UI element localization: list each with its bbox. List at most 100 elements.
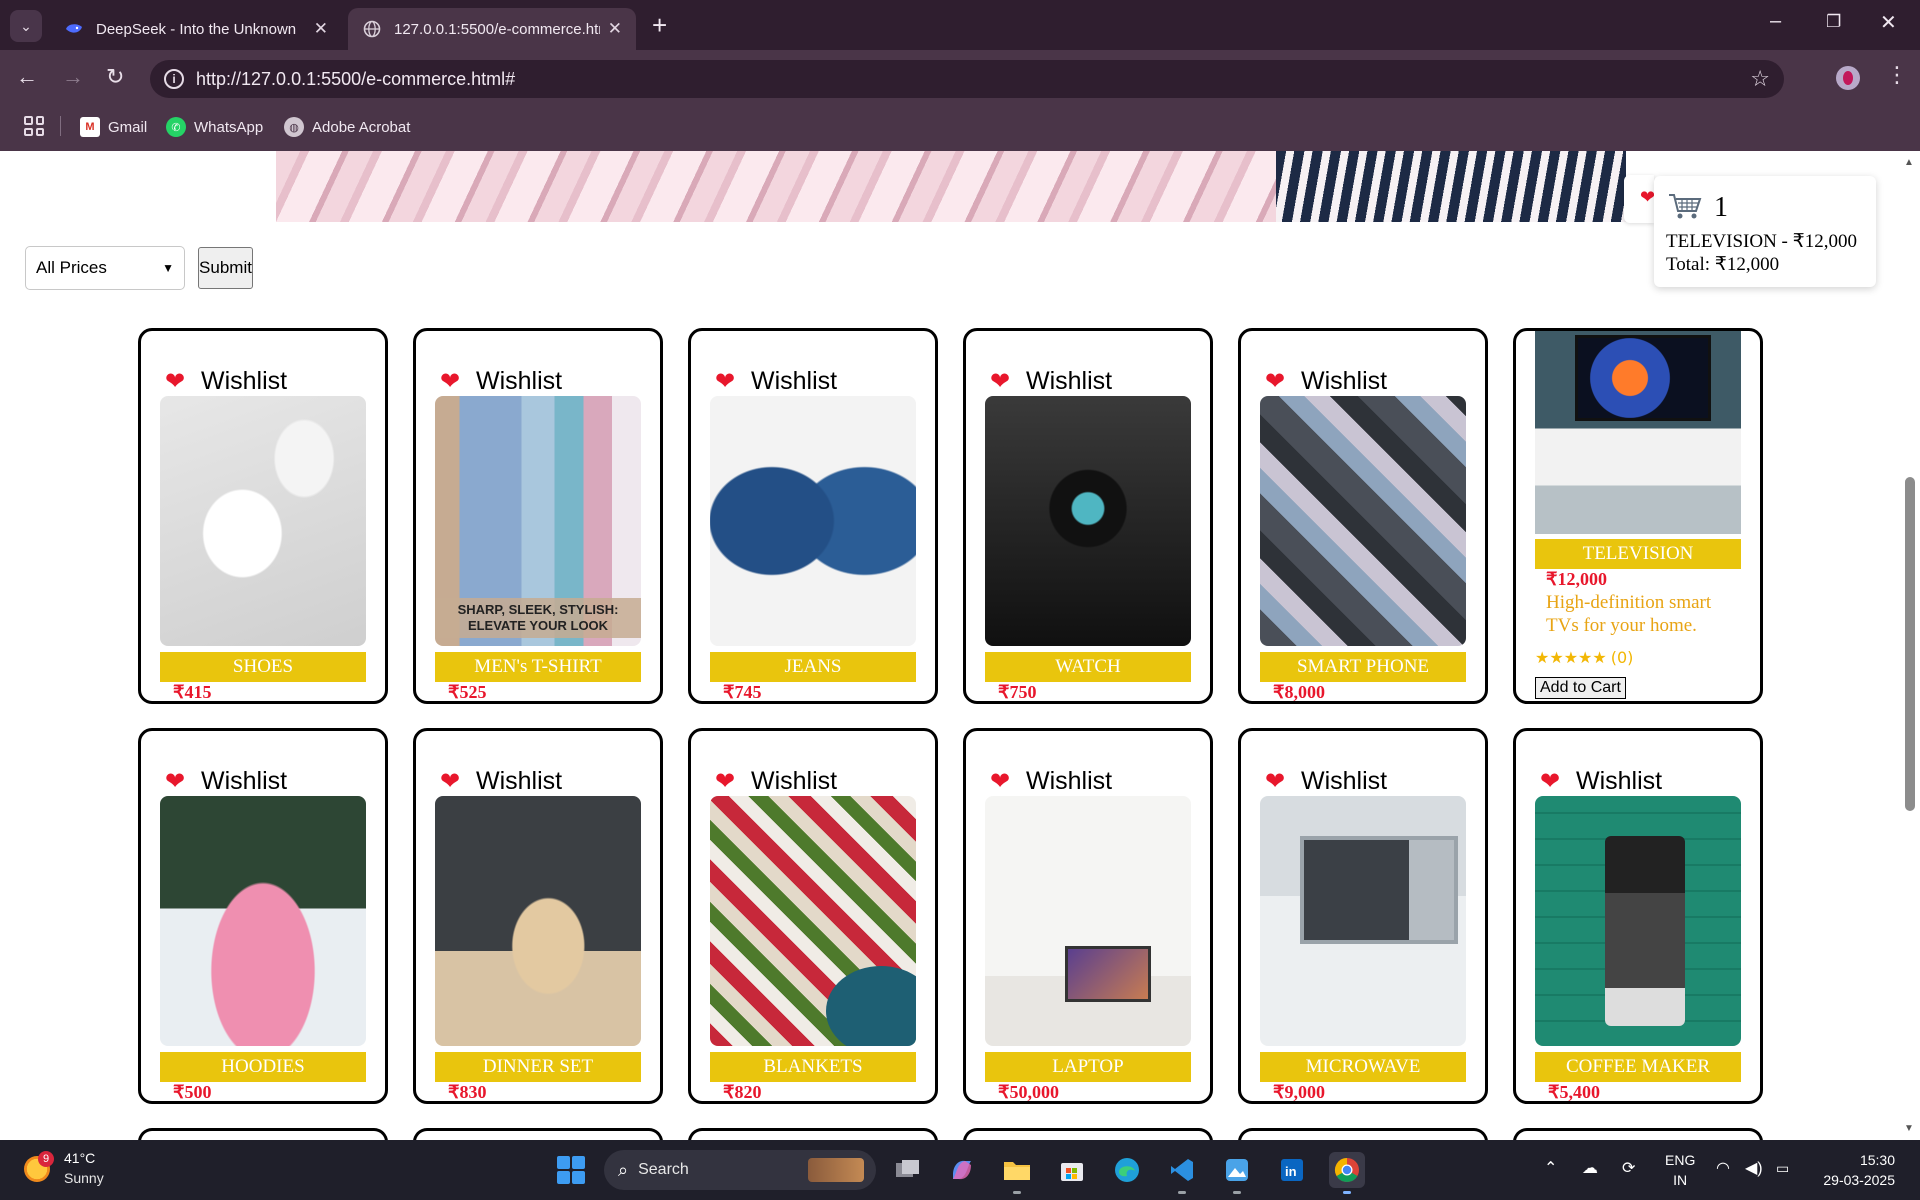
product-image[interactable] [160, 396, 366, 646]
linkedin-icon[interactable]: in [1274, 1152, 1310, 1188]
product-card-dinner-set[interactable]: ❤ Wishlist DINNER SET ₹830 [413, 728, 663, 1104]
product-card-microwave[interactable]: ❤ Wishlist MICROWAVE ₹9,000 [1238, 728, 1488, 1104]
taskbar-search[interactable]: ⌕ Search [604, 1150, 876, 1190]
bookmark-adobe-acrobat[interactable]: ◍ Adobe Acrobat [284, 115, 410, 139]
copilot-icon[interactable] [944, 1152, 980, 1188]
tab-deepseek[interactable]: DeepSeek - Into the Unknown ✕ [50, 8, 342, 50]
apps-grid-icon[interactable] [24, 116, 44, 136]
product-card-partial[interactable] [963, 1128, 1213, 1140]
file-explorer-icon[interactable] [999, 1152, 1035, 1194]
wishlist-toggle[interactable]: ❤ Wishlist [1540, 767, 1662, 796]
product-image[interactable] [1260, 396, 1466, 646]
scrollbar-thumb[interactable] [1905, 477, 1915, 811]
wishlist-toggle[interactable]: ❤ Wishlist [1265, 767, 1387, 796]
show-hidden-icons-chevron-icon[interactable]: ⌃ [1544, 1158, 1557, 1178]
product-image[interactable]: SHARP, SLEEK, STYLISH: ELEVATE YOUR LOOK [435, 396, 641, 646]
product-card-laptop[interactable]: ❤ Wishlist LAPTOP ₹50,000 [963, 728, 1213, 1104]
photos-icon[interactable] [1219, 1152, 1255, 1194]
product-card-jeans[interactable]: ❤ Wishlist JEANS ₹745 [688, 328, 938, 704]
close-window-icon[interactable]: ✕ [1880, 10, 1897, 35]
wishlist-toggle[interactable]: ❤ Wishlist [440, 367, 562, 396]
price-filter-select[interactable]: All Prices ▼ [25, 246, 185, 290]
wishlist-toggle[interactable]: ❤ Wishlist [165, 367, 287, 396]
cloud-sync-icon[interactable]: ☁ [1582, 1158, 1598, 1178]
product-card-hoodies[interactable]: ❤ Wishlist HOODIES ₹500 [138, 728, 388, 1104]
product-image[interactable] [710, 796, 916, 1046]
close-tab-icon[interactable]: ✕ [608, 19, 622, 39]
product-card-partial[interactable] [1238, 1128, 1488, 1140]
product-card-smart-phone[interactable]: ❤ Wishlist SMART PHONE ₹8,000 [1238, 328, 1488, 704]
wishlist-toggle[interactable]: ❤ Wishlist [990, 367, 1112, 396]
vscode-icon[interactable] [1164, 1152, 1200, 1194]
page-scrollbar[interactable]: ▲ ▼ [1900, 151, 1920, 1140]
windows-start-icon[interactable] [557, 1156, 585, 1184]
product-image[interactable] [985, 396, 1191, 646]
site-info-icon[interactable]: i [164, 69, 184, 89]
product-name: DINNER SET [435, 1052, 641, 1082]
wifi-icon[interactable]: ◠ [1716, 1158, 1730, 1178]
close-tab-icon[interactable]: ✕ [314, 19, 328, 39]
tab-search-button[interactable]: ⌄ [10, 10, 42, 42]
product-card-television[interactable]: TELEVISION ₹12,000 High-definition smart… [1513, 328, 1763, 704]
add-to-cart-button[interactable]: Add to Cart [1535, 677, 1626, 699]
wishlist-toggle[interactable]: ❤ Wishlist [715, 367, 837, 396]
volume-icon[interactable]: ◀) [1745, 1158, 1763, 1178]
more-menu-icon[interactable]: ⋮ [1886, 62, 1908, 88]
star-rating[interactable]: ★★★★★ (0) [1535, 648, 1633, 667]
product-card-watch[interactable]: ❤ Wishlist WATCH ₹750 [963, 328, 1213, 704]
wishlist-toggle[interactable]: ❤ Wishlist [1265, 367, 1387, 396]
bookmark-label: WhatsApp [194, 118, 264, 136]
new-tab-button[interactable]: + [652, 12, 667, 38]
address-bar[interactable]: i http://127.0.0.1:5500/e-commerce.html#… [150, 60, 1784, 98]
product-image[interactable] [1535, 331, 1741, 534]
submit-button[interactable]: Submit [198, 247, 253, 289]
language-indicator[interactable]: ENG IN [1665, 1150, 1695, 1190]
tab-ecommerce[interactable]: 127.0.0.1:5500/e-commerce.htm ✕ [348, 8, 636, 50]
system-clock[interactable]: 15:30 29-03-2025 [1815, 1150, 1895, 1190]
back-arrow-icon[interactable]: ← [16, 64, 38, 90]
bookmark-star-icon[interactable]: ☆ [1750, 66, 1770, 92]
product-card-blankets[interactable]: ❤ Wishlist BLANKETS ₹820 [688, 728, 938, 1104]
product-image[interactable] [160, 796, 366, 1046]
minimize-icon[interactable]: – [1770, 10, 1781, 33]
product-card-partial[interactable] [1513, 1128, 1763, 1140]
product-card-partial[interactable] [138, 1128, 388, 1140]
refresh-sync-icon[interactable]: ⟳ [1622, 1158, 1635, 1178]
product-image[interactable] [1260, 796, 1466, 1046]
product-card-shoes[interactable]: ❤ Wishlist SHOES ₹415 [138, 328, 388, 704]
wishlist-toggle[interactable]: ❤ Wishlist [440, 767, 562, 796]
forward-arrow-icon[interactable]: → [62, 64, 84, 90]
cart-summary[interactable]: 1 TELEVISION - ₹12,000 Total: ₹12,000 [1654, 176, 1876, 287]
product-image[interactable] [985, 796, 1191, 1046]
wishlist-toggle[interactable]: ❤ Wishlist [165, 767, 287, 796]
url-text[interactable]: http://127.0.0.1:5500/e-commerce.html# [196, 69, 515, 90]
restore-icon[interactable]: ❐ [1826, 12, 1841, 32]
chrome-icon[interactable] [1329, 1152, 1365, 1194]
task-view-icon[interactable] [890, 1152, 926, 1188]
bookmark-gmail[interactable]: M Gmail [80, 115, 147, 139]
battery-icon[interactable]: ▭ [1776, 1160, 1789, 1177]
profile-avatar[interactable] [1836, 66, 1860, 90]
heart-icon: ❤ [1265, 367, 1286, 395]
product-price: ₹525 [448, 682, 487, 702]
edge-icon[interactable] [1109, 1152, 1145, 1188]
bookmark-whatsapp[interactable]: ✆ WhatsApp [166, 115, 263, 139]
product-image[interactable] [1535, 796, 1741, 1046]
reload-icon[interactable]: ↻ [106, 64, 124, 90]
wishlist-toggle[interactable]: ❤ Wishlist [715, 767, 837, 796]
microsoft-store-icon[interactable] [1054, 1152, 1090, 1188]
product-card-coffee-maker[interactable]: ❤ Wishlist COFFEE MAKER ₹5,400 [1513, 728, 1763, 1104]
cart-count: 1 [1714, 192, 1728, 223]
banner-wishlist-tab[interactable]: ❤ [1624, 175, 1655, 223]
product-image[interactable] [710, 396, 916, 646]
bookmark-label: Gmail [108, 118, 148, 136]
taskbar: 9 41°C Sunny ⌕ Search in ⌃ ☁ ⟳ ENG IN ◠ … [0, 1140, 1920, 1200]
product-card-partial[interactable] [413, 1128, 663, 1140]
scroll-down-arrow-icon[interactable]: ▼ [1904, 1123, 1914, 1134]
product-image[interactable] [435, 796, 641, 1046]
wishlist-toggle[interactable]: ❤ Wishlist [990, 767, 1112, 796]
scroll-up-arrow-icon[interactable]: ▲ [1904, 157, 1914, 168]
product-card-partial[interactable] [688, 1128, 938, 1140]
product-card-mens-tshirt[interactable]: ❤ Wishlist SHARP, SLEEK, STYLISH: ELEVATE… [413, 328, 663, 704]
heart-icon: ❤ [990, 367, 1011, 395]
